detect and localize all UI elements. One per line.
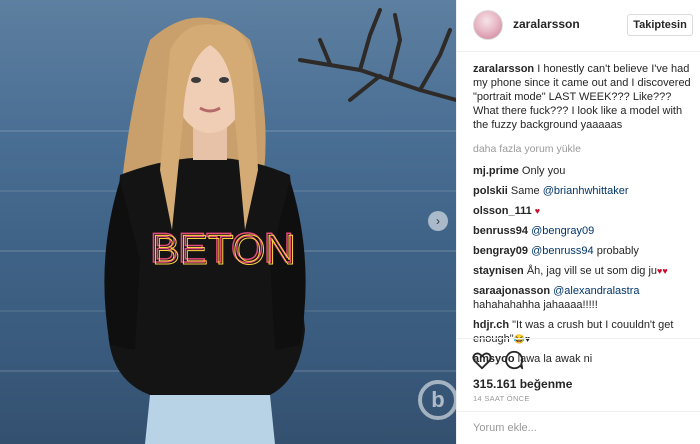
watermark-logo: b [418,380,456,420]
header-username[interactable]: zaralarsson [513,17,580,31]
comment-text: hahahahahha jahaaaa!!!!! [473,299,598,311]
comment-row: staynisen Åh, jag vill se ut som dig ju♥… [473,264,695,278]
comment-username[interactable]: polskii [473,185,508,197]
comment-mention[interactable]: @alexandralastra [553,285,639,297]
comment-username[interactable]: hdjr.ch [473,319,509,331]
comment-username[interactable]: staynisen [473,265,524,277]
heart-emoji-icon: ♥♥ [657,266,668,276]
like-count[interactable]: 315.161 beğenme [473,377,572,391]
eye-left [191,77,201,83]
comment-row: bengray09 @benruss94 probably [473,244,695,258]
follow-button[interactable]: Takiptesin [627,14,693,36]
comment-username[interactable]: bengray09 [473,245,528,257]
comment-username[interactable]: benruss94 [473,225,528,237]
comment-input[interactable] [473,422,685,434]
comment-row: polskii Same @brianhwhittaker [473,184,695,198]
comment-text: Åh, jag vill se ut som dig ju [526,265,658,277]
comment-row: benruss94 @bengray09 [473,224,695,238]
comment-text: probably [596,245,639,257]
post-header: zaralarsson Takiptesin [457,0,700,52]
comment-row: saraajonasson @alexandralastra hahahahah… [473,284,695,312]
comment-username[interactable]: saraajonasson [473,285,550,297]
comment-row: mj.prime Only you [473,164,695,178]
add-comment-bar [457,411,700,444]
comment-username[interactable]: mj.prime [473,165,519,177]
speech-bubble-icon[interactable] [503,349,525,371]
post-photo[interactable]: BETON BETON › b [0,0,456,444]
post-actions: 315.161 beğenme 14 SAAT ÖNCE [457,338,700,438]
caption: zaralarsson I honestly can't believe I'v… [473,62,695,132]
sweater-logo-accent: BETON [152,226,296,273]
photo-illustration: BETON BETON [104,8,456,444]
post-sidebar: zaralarsson Takiptesin zaralarsson I hon… [456,0,700,444]
comment-text: Only you [521,165,566,177]
comments-list: zaralarsson I honestly can't believe I'v… [473,62,695,372]
eye-right [219,77,229,83]
heart-outline-icon[interactable] [471,349,493,371]
chevron-right-icon[interactable]: › [428,211,448,231]
comment-mention[interactable]: @bengray09 [531,225,594,237]
heart-emoji-icon: ♥ [534,206,541,216]
jeans [145,395,275,444]
comment-mention[interactable]: @brianhwhittaker [543,185,629,197]
comment-mention[interactable]: @benruss94 [531,245,594,257]
comment-text: Same [510,185,540,197]
comment-row: olsson_111 ♥ [473,204,695,218]
comment-username[interactable]: olsson_111 [473,205,532,217]
avatar[interactable] [473,10,503,40]
driftwood [298,8,456,102]
caption-username[interactable]: zaralarsson [473,63,534,75]
load-more-comments-link[interactable]: daha fazla yorum yükle [473,142,695,156]
post-timestamp: 14 SAAT ÖNCE [473,394,530,403]
